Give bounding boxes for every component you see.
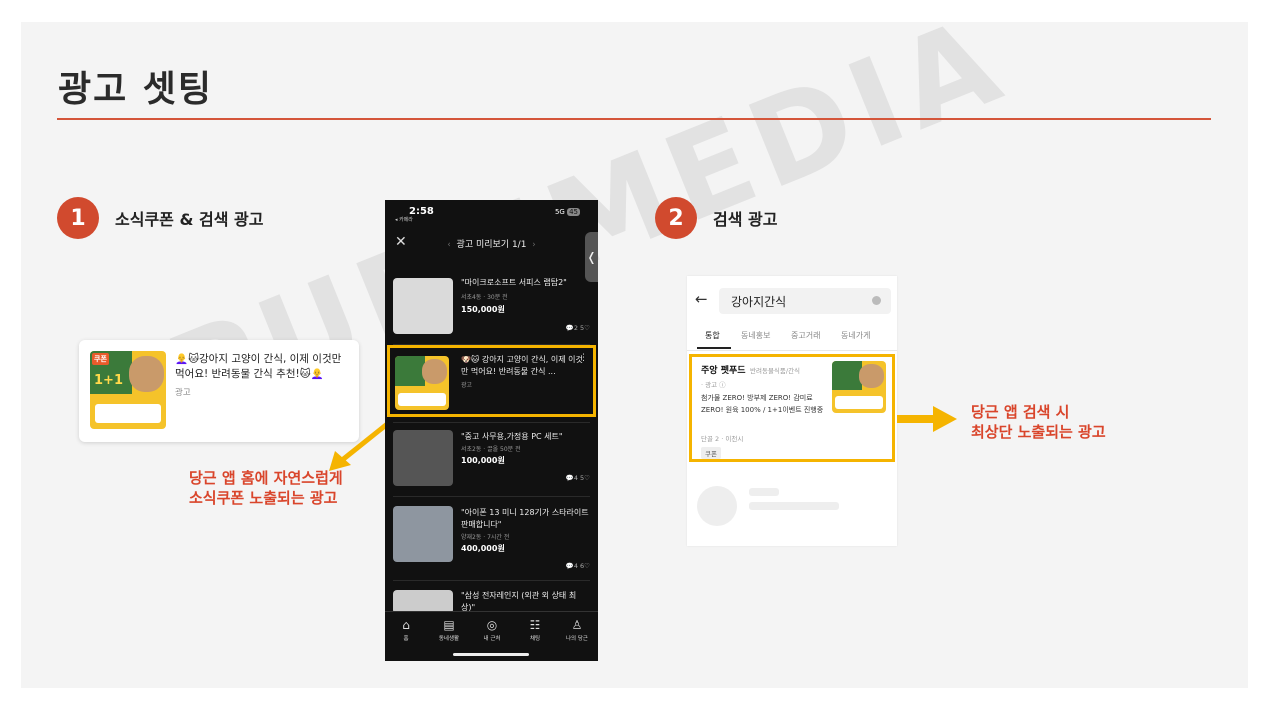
slide: PURUMEDIA 광고 셋팅 1 소식쿠폰 & 검색 광고 2 검색 광고 쿠… bbox=[21, 22, 1248, 688]
home-indicator bbox=[453, 653, 529, 656]
ad-card-label: 광고 bbox=[175, 388, 191, 398]
collapse-tab-icon[interactable]: ❬ bbox=[585, 232, 598, 282]
location-icon: ◎ bbox=[486, 618, 498, 632]
result-description: 첨가물 ZERO! 방부제 ZERO! 감미료 ZERO! 원육 100% / … bbox=[701, 394, 824, 414]
item-price: 150,000원 bbox=[461, 305, 505, 314]
skeleton-line bbox=[749, 488, 779, 496]
search-query: 강아지간식 bbox=[731, 295, 787, 309]
title-divider bbox=[57, 118, 1211, 120]
tab-all[interactable]: 통합 bbox=[705, 330, 720, 341]
result-ad-label: · 광고 ⓘ bbox=[701, 381, 726, 389]
preview-header: ✕ ‹ 광고 미리보기 1/1 › bbox=[385, 234, 598, 256]
back-arrow-icon[interactable]: ← bbox=[695, 290, 708, 308]
ad-card-text: 👩‍🦲🐱강아지 고양이 간식, 이제 이것만 먹어요! 반려동물 간식 추천!🐱… bbox=[175, 353, 342, 380]
nav-home[interactable]: ⌂ 홈 bbox=[385, 618, 427, 642]
result-category: 반려동물식품/간식 bbox=[750, 367, 801, 375]
search-result-mock: ← 강아지간식 통합 동네홍보 중고거래 동네가게 주앙 펫푸드 반려동물식품/… bbox=[687, 276, 897, 546]
tab-used[interactable]: 중고거래 bbox=[791, 330, 820, 341]
search-ad-note-line1: 당근 앱 검색 시 bbox=[971, 403, 1070, 421]
search-ad-note: 당근 앱 검색 시 최상단 노출되는 광고 bbox=[971, 402, 1106, 442]
nav-profile[interactable]: ♙ 나의 당근 bbox=[556, 618, 598, 642]
step-1-label: 소식쿠폰 & 검색 광고 bbox=[115, 210, 264, 229]
item-price: 100,000원 bbox=[461, 456, 505, 465]
tab-promo[interactable]: 동네홍보 bbox=[741, 330, 770, 341]
network-status: 5G 45 bbox=[554, 208, 580, 216]
item-image bbox=[393, 278, 453, 334]
coupon-badge: 쿠폰 bbox=[92, 353, 109, 365]
step-1: 1 소식쿠폰 & 검색 광고 bbox=[57, 197, 263, 239]
phone-preview: 2:58 ◂ 카메라 5G 45 ✕ ‹ 광고 미리보기 1/1 › ❬ "마이… bbox=[385, 200, 598, 661]
home-icon: ⌂ bbox=[402, 618, 410, 632]
step-2: 2 검색 광고 bbox=[655, 197, 777, 239]
item-meta: 서초2동 · 끌올 50분 전 bbox=[461, 446, 521, 453]
nav-community[interactable]: ▤ 동네생활 bbox=[428, 618, 470, 642]
result-location: 단골 2 · 이천시 bbox=[701, 435, 744, 443]
preview-title: ‹ 광고 미리보기 1/1 › bbox=[447, 240, 536, 250]
result-store-name: 주앙 펫푸드 bbox=[701, 366, 746, 376]
active-tab-indicator bbox=[697, 347, 731, 349]
ad-highlight-box bbox=[387, 345, 596, 417]
item-title: "마이크로소프트 서피스 랩탑2" bbox=[461, 278, 567, 287]
slide-title: 광고 셋팅 bbox=[58, 69, 214, 110]
skeleton-avatar bbox=[697, 486, 737, 526]
clear-icon[interactable] bbox=[872, 296, 881, 305]
item-price: 400,000원 bbox=[461, 544, 505, 553]
status-bar: 2:58 ◂ 카메라 5G 45 bbox=[385, 200, 598, 224]
step-2-number: 2 bbox=[655, 197, 697, 239]
item-meta: 양재2동 · 7시간 전 bbox=[461, 534, 510, 541]
coupon-ad-card[interactable]: 쿠폰 1+1 👩‍🦲🐱강아지 고양이 간식, 이제 이것만 먹어요! 반려동물 … bbox=[79, 340, 359, 442]
home-ad-note: 당근 앱 홈에 자연스럽게 소식쿠폰 노출되는 광고 bbox=[189, 468, 343, 508]
search-arrow-icon bbox=[897, 406, 957, 432]
item-counts: 💬4 5♡ bbox=[565, 474, 590, 482]
nav-chat[interactable]: ☷ 채팅 bbox=[514, 618, 556, 642]
back-app-label[interactable]: ◂ 카메라 bbox=[395, 216, 413, 223]
search-bar: ← 강아지간식 bbox=[695, 288, 891, 314]
item-image bbox=[393, 430, 453, 486]
nav-nearby[interactable]: ◎ 내 근처 bbox=[471, 618, 513, 642]
item-title: "아이폰 13 미니 128기가 스타라이트 판매합니다" bbox=[461, 508, 589, 529]
item-image bbox=[393, 506, 453, 562]
item-counts: 💬2 5♡ bbox=[565, 324, 590, 332]
home-ad-note-line1: 당근 앱 홈에 자연스럽게 bbox=[189, 469, 343, 487]
item-counts: 💬4 6♡ bbox=[565, 562, 590, 570]
result-thumbnail bbox=[832, 361, 886, 413]
item-title: "중고 사무용,가정용 PC 세트" bbox=[461, 432, 563, 441]
profile-icon: ♙ bbox=[571, 618, 583, 632]
ad-thumbnail: 쿠폰 1+1 bbox=[90, 351, 166, 429]
item-meta: 서초4동 · 30분 전 bbox=[461, 294, 508, 301]
search-ad-note-line2: 최상단 노출되는 광고 bbox=[971, 423, 1106, 441]
result-coupon-badge: 쿠폰 bbox=[701, 447, 721, 459]
skeleton-line bbox=[749, 502, 839, 510]
bottom-nav: ⌂ 홈 ▤ 동네생활 ◎ 내 근처 ☷ 채팅 ♙ 나의 당근 bbox=[385, 611, 598, 661]
step-2-label: 검색 광고 bbox=[713, 210, 778, 229]
one-plus-one-label: 1+1 bbox=[94, 372, 123, 388]
chat-icon: ☷ bbox=[529, 618, 541, 632]
home-ad-note-line2: 소식쿠폰 노출되는 광고 bbox=[189, 489, 338, 507]
community-icon: ▤ bbox=[443, 618, 455, 632]
search-ad-result[interactable]: 주앙 펫푸드 반려동물식품/간식 · 광고 ⓘ 첨가물 ZERO! 방부제 ZE… bbox=[689, 354, 895, 462]
step-1-number: 1 bbox=[57, 197, 99, 239]
tab-stores[interactable]: 동네가게 bbox=[841, 330, 870, 341]
